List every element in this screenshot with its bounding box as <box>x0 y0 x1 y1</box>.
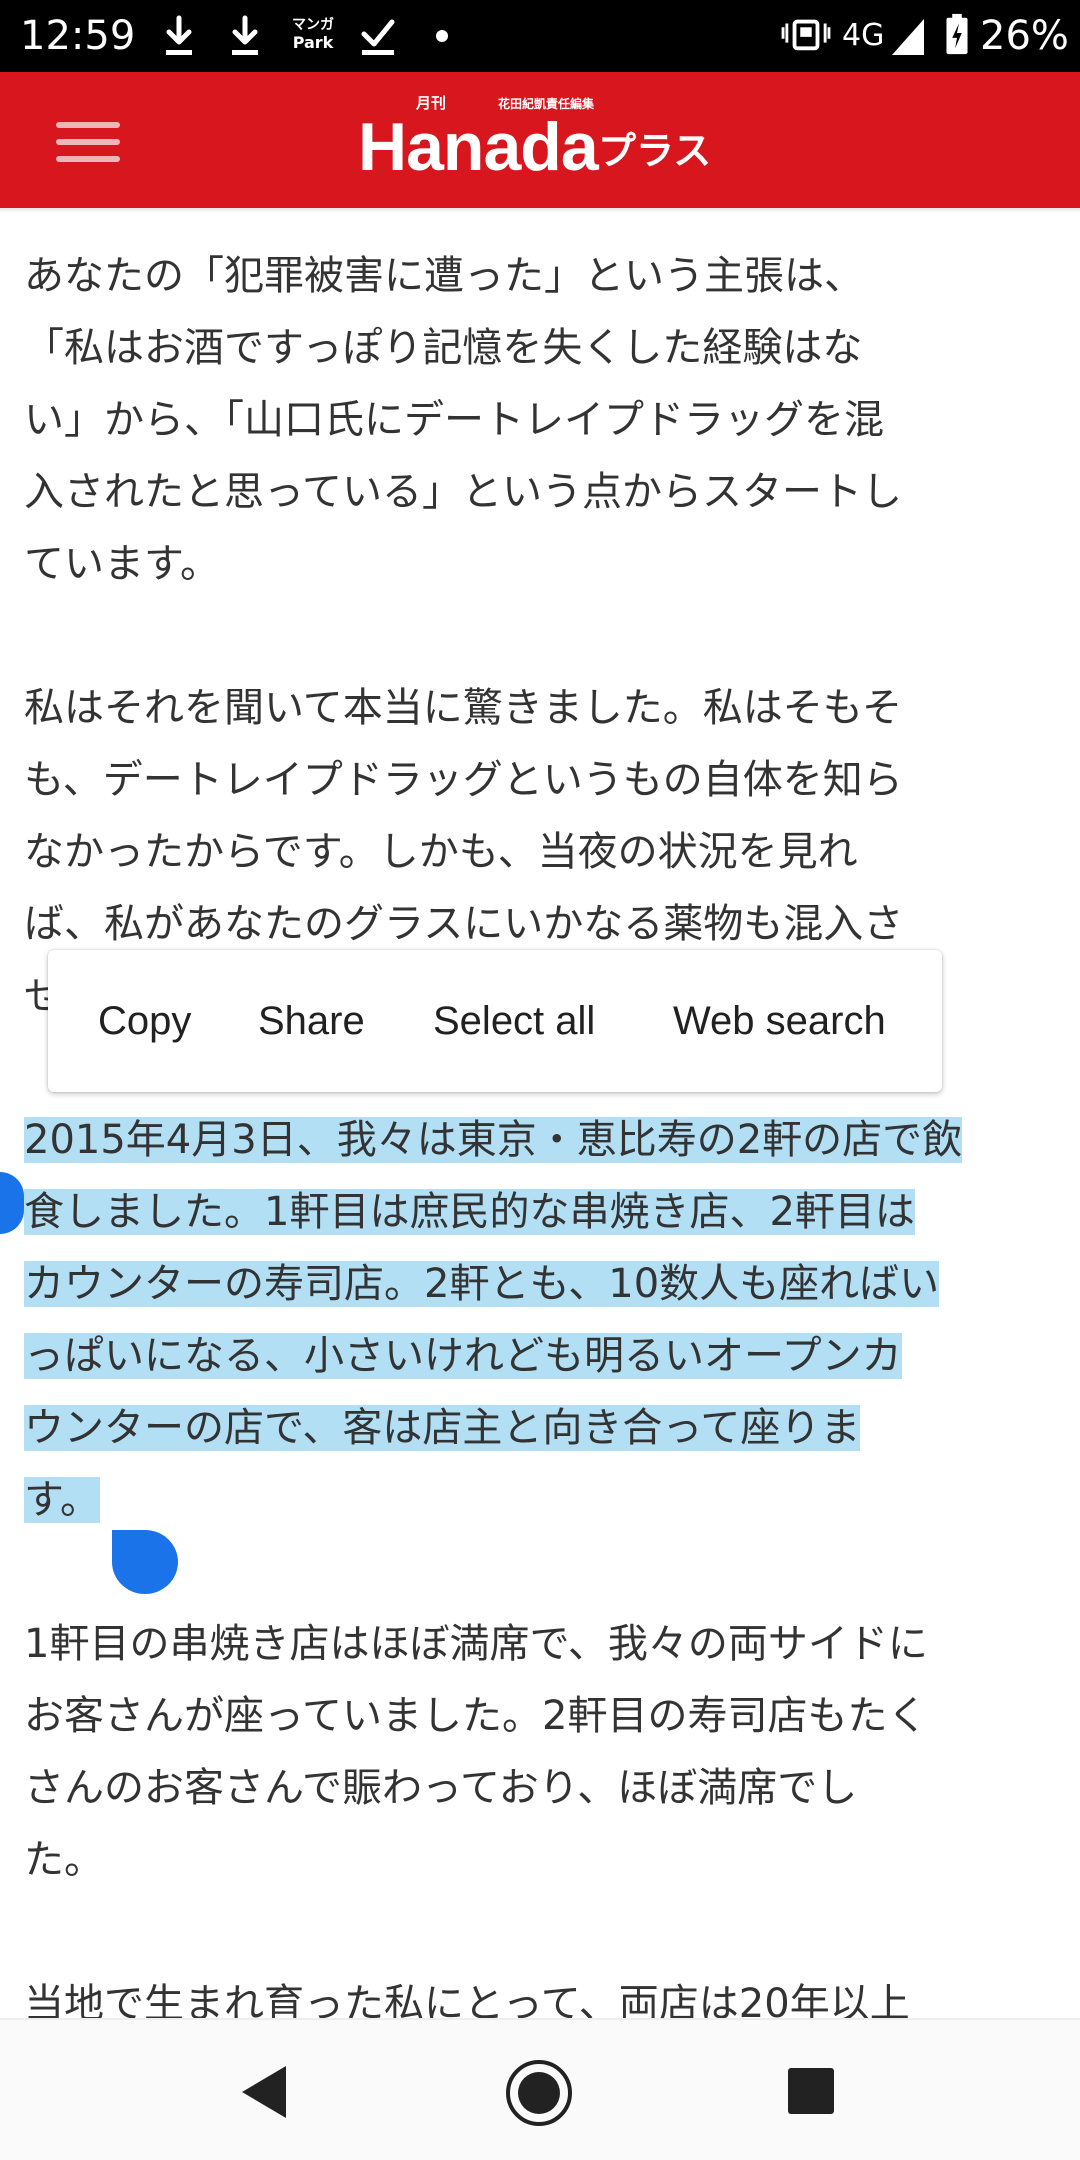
article-paragraph: 1軒目の串焼き店はほぼ満席で、我々の両サイドに お客さんが座っていました。2軒目… <box>24 1608 1064 1896</box>
paragraph-line: なかったからです。しかも、当夜の状況を見れ <box>24 829 858 875</box>
article-body: あなたの「犯罪被害に遭った」という主張は、 「私はお酒ですっぽり記憶を失くした経… <box>24 240 1064 2040</box>
selection-end-handle[interactable] <box>112 1530 178 1594</box>
paragraph-line: さんのお客さんで賑わっており、ほぼ満席でし <box>24 1765 858 1811</box>
paragraph-line: あなたの「犯罪被害に遭った」という主張は、 <box>24 253 864 299</box>
vibrate-icon <box>781 19 831 51</box>
selected-text: 食しました。1軒目は庶民的な串焼き店、2軒目は <box>24 1189 915 1235</box>
web-search-button[interactable]: Web search <box>673 950 886 1092</box>
selected-line: 食しました。1軒目は庶民的な串焼き店、2軒目は <box>24 1176 1064 1248</box>
home-icon[interactable] <box>504 2058 574 2128</box>
paragraph-line: 私はそれを聞いて本当に驚きました。私はそもそ <box>24 685 902 731</box>
selected-line: す。 <box>24 1464 1064 1536</box>
task-done-icon <box>361 19 395 55</box>
back-icon[interactable] <box>236 2062 292 2122</box>
text-selection-menu: Copy Share Select all Web search <box>48 950 942 1092</box>
menu-button[interactable] <box>48 112 132 172</box>
selected-text: す。 <box>24 1477 100 1523</box>
selected-text: カウンターの寿司店。2軒とも、10数人も座ればい <box>24 1261 940 1307</box>
share-button[interactable]: Share <box>258 950 365 1092</box>
select-all-button[interactable]: Select all <box>433 950 595 1092</box>
selected-line: カウンターの寿司店。2軒とも、10数人も座ればい <box>24 1248 1064 1320</box>
paragraph-line: 入されたと思っている」という点からスタートし <box>24 469 902 515</box>
menu-icon <box>56 122 120 128</box>
download-icon <box>166 15 192 55</box>
selected-paragraph[interactable]: 2015年4月3日、我々は東京・恵比寿の2軒の店で飲 食しました。1軒目は庶民的… <box>24 1104 1064 1536</box>
selected-line: 2015年4月3日、我々は東京・恵比寿の2軒の店で飲 <box>24 1104 1064 1176</box>
status-bar: 12:59 マンガ Park 4G 26% <box>0 0 1080 72</box>
paragraph-line: も、デートレイプドラッグというもの自体を知ら <box>24 757 903 803</box>
copy-button[interactable]: Copy <box>98 950 191 1092</box>
header-divider <box>0 208 1080 213</box>
recents-icon[interactable] <box>786 2066 836 2116</box>
menu-icon-bar <box>56 156 120 162</box>
status-time: 12:59 <box>20 13 136 59</box>
system-nav-bar <box>0 2018 1080 2160</box>
selection-start-handle[interactable] <box>0 1172 24 1234</box>
site-logo[interactable]: 月刊 花田紀凱責任編集 Hanada プラス <box>358 92 728 192</box>
selected-line: っぱいになる、小さいけれども明るいオープンカ <box>24 1320 1064 1392</box>
paragraph-line: た。 <box>24 1837 104 1883</box>
paragraph-line: ています。 <box>24 541 220 587</box>
article-paragraph: あなたの「犯罪被害に遭った」という主張は、 「私はお酒ですっぽり記憶を失くした経… <box>24 240 1064 600</box>
screen: 12:59 マンガ Park 4G 26% 月刊 花田紀凱責任編集 Hanada… <box>0 0 1080 2160</box>
download-icon <box>232 15 258 55</box>
selected-line: ウンターの店で、客は店主と向き合って座りま <box>24 1392 1064 1464</box>
selected-text: っぱいになる、小さいけれども明るいオープンカ <box>24 1333 902 1379</box>
notification-dot-icon <box>436 30 448 42</box>
logo-main: Hanada <box>358 109 599 185</box>
menu-icon-bar <box>56 139 120 145</box>
paragraph-line: お客さんが座っていました。2軒目の寿司店もたく <box>24 1693 928 1739</box>
paragraph-line: い」から、「山口氏にデートレイプドラッグを混 <box>24 397 884 443</box>
manga-park-label-top: マンガ <box>292 17 334 33</box>
paragraph-line: 1軒目の串焼き店はほぼ満席で、我々の両サイドに <box>24 1621 928 1667</box>
app-header: 月刊 花田紀凱責任編集 Hanada プラス <box>0 72 1080 208</box>
battery-percent: 26% <box>980 13 1069 59</box>
battery-charging-icon <box>946 13 968 55</box>
network-type: 4G <box>842 18 885 53</box>
logo-suffix: プラス <box>598 129 712 173</box>
signal-icon <box>892 19 924 55</box>
manga-park-icon: マンガ Park <box>288 16 338 56</box>
selected-text: 2015年4月3日、我々は東京・恵比寿の2軒の店で飲 <box>24 1117 963 1163</box>
paragraph-line: 「私はお酒ですっぽり記憶を失くした経験はな <box>24 325 863 371</box>
manga-park-label-bottom: Park <box>292 33 334 52</box>
selected-text: ウンターの店で、客は店主と向き合って座りま <box>24 1405 861 1451</box>
